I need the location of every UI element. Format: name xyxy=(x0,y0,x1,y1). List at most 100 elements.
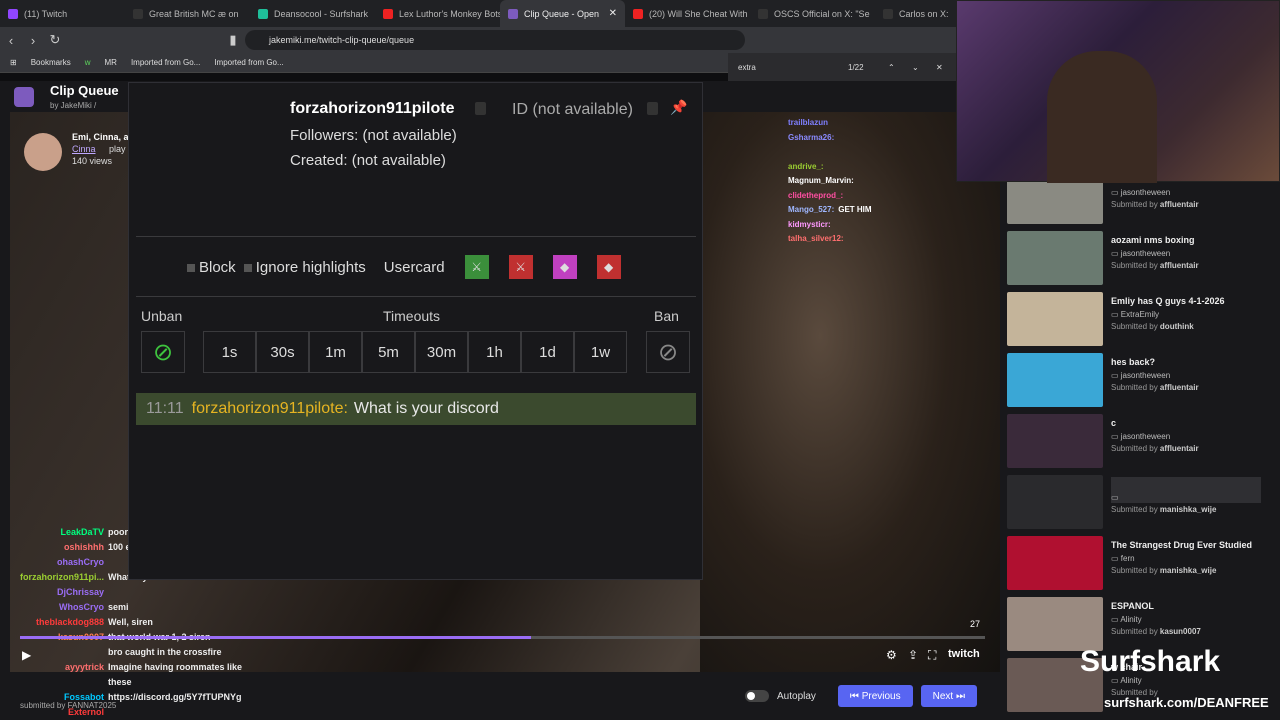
queue-item[interactable]: Emliy has Q guys 4-1-2026 ▭ ExtraEmily Sub… xyxy=(1007,292,1277,347)
queue-item[interactable]: The Strangest Drug Ever Studied ▭ fern Sub… xyxy=(1007,536,1277,591)
streamer-image xyxy=(1047,51,1157,183)
back-icon[interactable]: ‹ xyxy=(0,33,22,48)
tab-label: Clip Queue - Open xyxy=(524,8,600,19)
previous-button[interactable]: ⏮ Previous xyxy=(837,685,913,707)
queue-title: ESPANOL xyxy=(1111,601,1154,611)
tab[interactable]: (20) Will She Cheat With H xyxy=(625,0,750,27)
chat-line: these xyxy=(0,675,290,690)
tab-label: Great British MC æ on xyxy=(149,8,239,19)
user-card: forzahorizon911pilote ID (not available)… xyxy=(128,82,703,580)
queue-channel: ▭ jasontheween xyxy=(1111,432,1171,441)
find-input[interactable]: extra xyxy=(738,63,848,72)
ignore-highlights-button[interactable]: Ignore highlights xyxy=(243,259,366,276)
vip-badge-icon[interactable]: ◆ xyxy=(552,255,577,279)
chat-user: LeakDaTV xyxy=(60,527,104,537)
twitch-logo-icon[interactable]: twitch xyxy=(948,648,980,660)
fullscreen-icon[interactable]: ⛶ xyxy=(928,648,936,663)
submitted-footer: submitted by FANNAT2025 xyxy=(20,701,117,710)
channel-icon: ▭ xyxy=(1111,371,1121,380)
tab[interactable]: Clip Queue - Open ✕ xyxy=(500,0,625,27)
settings-icon[interactable]: ⚙ xyxy=(886,648,897,662)
tab[interactable]: Deansocool - Surfshark xyxy=(250,0,375,27)
queue-item[interactable]: hes back? ▭ jasontheween Submitted by affl… xyxy=(1007,353,1277,408)
remove-vip-badge-icon[interactable]: ◆ xyxy=(596,255,621,279)
tab[interactable]: Great British MC æ on xyxy=(125,0,250,27)
message-user[interactable]: forzahorizon911pilote: xyxy=(192,400,348,418)
tab[interactable]: Lex Luthor's Monkey Bots xyxy=(375,0,500,27)
bookmark-item[interactable]: Imported from Go... xyxy=(214,58,283,67)
usercard-button[interactable]: Usercard xyxy=(384,259,445,276)
queue-submitter: Submitted by affluentair xyxy=(1111,383,1199,392)
queue-item[interactable]: ▭ Submitted by manishka_wije xyxy=(1007,475,1277,530)
pin-icon[interactable]: 📌 xyxy=(670,99,687,116)
copy-id-icon[interactable] xyxy=(647,102,658,115)
bookmark-item[interactable]: w xyxy=(85,58,91,67)
clip-channel[interactable]: Cinna xyxy=(72,144,96,154)
queue-channel: ▭ fern xyxy=(1111,554,1135,563)
favicon-icon xyxy=(758,8,768,19)
tab[interactable]: OSCS Official on X: "Se xyxy=(750,0,875,27)
ignore-checkbox-icon xyxy=(243,263,252,272)
mod-badge-icon[interactable]: ⚔ xyxy=(464,255,489,279)
timeout-button[interactable]: 30m xyxy=(415,331,468,373)
queue-thumbnail xyxy=(1007,536,1103,590)
queue-channel: ▭ xyxy=(1111,493,1119,502)
queue-channel: ▭ jasontheween xyxy=(1111,188,1171,197)
timeout-button[interactable]: 1w xyxy=(574,331,627,373)
queue-thumbnail xyxy=(1007,414,1103,468)
chat-user: Gsharma26: xyxy=(788,132,835,142)
timeout-button[interactable]: 1h xyxy=(468,331,521,373)
bookmark-item[interactable]: MR xyxy=(105,58,117,67)
player-time: 27 xyxy=(970,619,981,629)
find-prev-icon[interactable]: ⌃ xyxy=(888,63,912,72)
unban-label: Unban xyxy=(141,308,183,324)
apps-icon[interactable]: ⊞ xyxy=(10,58,17,67)
forward-icon[interactable]: › xyxy=(22,33,44,48)
bookmark-item[interactable]: Imported from Go... xyxy=(131,58,200,67)
queue-item[interactable]: c ▭ jasontheween Submitted by affluentair xyxy=(1007,414,1277,469)
bookmark-icon[interactable]: ▮ xyxy=(222,32,244,48)
chat-msg: https://discord.gg/5Y7fTUPNYg xyxy=(108,692,242,702)
block-button[interactable]: Block xyxy=(187,259,236,276)
queue-channel: ▭ Alinity xyxy=(1111,615,1142,624)
tab-label: (11) Twitch xyxy=(24,8,68,19)
queue-channel: ▭ jasontheween xyxy=(1111,249,1171,258)
autoplay-toggle[interactable] xyxy=(745,690,769,702)
next-button[interactable]: Next ⏭ xyxy=(920,685,977,707)
unban-button[interactable]: ⊘ xyxy=(141,331,185,373)
close-tab-icon[interactable]: ✕ xyxy=(609,8,617,19)
usercard-username[interactable]: forzahorizon911pilote xyxy=(290,100,454,118)
queue-item[interactable]: aozami nms boxing ▭ jasontheween Submitted… xyxy=(1007,231,1277,286)
find-close-icon[interactable]: ✕ xyxy=(936,63,943,72)
chat-user: forzahorizon911pi... xyxy=(19,572,104,582)
video-progress[interactable] xyxy=(20,636,985,639)
url-input[interactable]: jakemiki.me/twitch-clip-queue/queue xyxy=(245,30,745,50)
timeout-button[interactable]: 1d xyxy=(521,331,574,373)
timeout-button[interactable]: 5m xyxy=(362,331,415,373)
chat-line: talha_silver12: xyxy=(788,232,988,247)
channel-icon: ▭ xyxy=(1111,493,1119,502)
tab-label: Deansocool - Surfshark xyxy=(274,8,369,19)
queue-title: c xyxy=(1111,418,1117,428)
timeout-button[interactable]: 30s xyxy=(256,331,309,373)
copy-name-icon[interactable] xyxy=(475,102,486,115)
queue-submitter: Submitted by affluentair xyxy=(1111,261,1199,270)
play-icon[interactable]: ▶ xyxy=(22,648,31,662)
ban-button[interactable]: ⊘ xyxy=(646,331,690,373)
timeout-button[interactable]: 1s xyxy=(203,331,256,373)
find-next-icon[interactable]: ⌄ xyxy=(912,63,936,72)
chat-msg: GET HIM xyxy=(838,205,872,214)
remove-mod-badge-icon[interactable]: ⚔ xyxy=(508,255,533,279)
queue-submitter: Submitted by affluentair xyxy=(1111,200,1199,209)
tab-label: (20) Will She Cheat With H xyxy=(649,8,750,19)
timeout-button[interactable]: 1m xyxy=(309,331,362,373)
progress-fill xyxy=(20,636,532,639)
tab[interactable]: (11) Twitch xyxy=(0,0,125,27)
bookmark-item[interactable]: Bookmarks xyxy=(31,58,71,67)
queue-item[interactable]: ESPANOL ▭ Alinity Submitted by kasun0007 xyxy=(1007,597,1277,652)
reload-icon[interactable]: ↻ xyxy=(44,32,66,48)
share-icon[interactable]: ⇪ xyxy=(908,648,918,662)
favicon-icon xyxy=(383,8,393,19)
chat-user: andrive_: xyxy=(788,161,824,171)
favicon-icon xyxy=(133,8,143,19)
